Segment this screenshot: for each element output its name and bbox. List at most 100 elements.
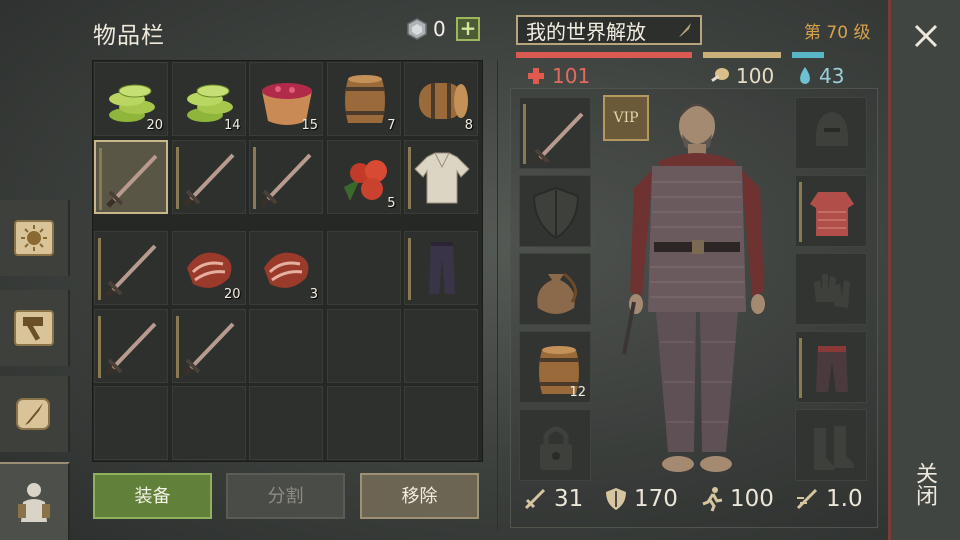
item-count: 7: [387, 118, 396, 133]
left-equipment-slot[interactable]: [519, 253, 591, 325]
inventory-slot[interactable]: 5: [326, 139, 401, 214]
empty-inventory-slot[interactable]: [326, 308, 401, 383]
inventory-slot[interactable]: [404, 231, 478, 305]
remove-button[interactable]: 移除: [360, 473, 479, 519]
character-name: 我的世界解放: [526, 19, 646, 44]
shield-icon: [532, 186, 580, 240]
sword-icon: [182, 322, 234, 376]
empty-inventory-slot[interactable]: [404, 386, 478, 460]
defense-stat: 170: [604, 486, 678, 512]
water-stat: 43: [797, 64, 844, 88]
drumstick-icon: [711, 68, 729, 82]
game-screen: 物品栏 0 + 20 14 15 7 8 5 20 3 装备 分割 移除 我的世界解放 第 7…: [0, 0, 960, 540]
empty-inventory-slot[interactable]: [326, 386, 401, 460]
barrel-side-icon: [419, 83, 468, 119]
inventory-slot[interactable]: 3: [249, 231, 323, 305]
left-equipment-slot[interactable]: [519, 409, 591, 481]
health-cross-icon: [528, 68, 544, 84]
item-count: 20: [223, 287, 241, 302]
chainmail-icon: [810, 192, 854, 236]
inventory-slot[interactable]: 7: [326, 62, 401, 136]
inventory-slot[interactable]: 20: [171, 231, 246, 305]
add-currency-button[interactable]: +: [456, 17, 480, 41]
empty-inventory-slot[interactable]: [94, 386, 168, 460]
sword-icon: [105, 244, 157, 298]
attack-stat: 31: [522, 486, 583, 512]
durability-bar: [799, 182, 802, 242]
equip-button[interactable]: 装备: [93, 473, 212, 519]
item-count: 5: [387, 195, 396, 211]
empty-inventory-slot[interactable]: [171, 386, 246, 460]
attack-value: 31: [554, 486, 584, 512]
tab-character[interactable]: [0, 462, 70, 540]
right-equipment-slot[interactable]: [795, 175, 867, 247]
water-drop-icon: [800, 67, 810, 84]
running-icon: [702, 487, 723, 512]
sword-icon: [106, 154, 158, 208]
speed-value: 100: [730, 486, 774, 512]
attack-speed-value: 1.0: [826, 486, 863, 512]
shield-stat-icon: [606, 488, 626, 510]
tab-skills[interactable]: [0, 200, 70, 276]
item-count: 14: [223, 118, 241, 133]
inventory-slot[interactable]: [171, 139, 246, 214]
split-button[interactable]: 分割: [226, 473, 345, 519]
close-panel[interactable]: [888, 0, 960, 540]
tab-crafting[interactable]: [0, 290, 70, 366]
tab-quests[interactable]: [0, 376, 70, 452]
close-icon[interactable]: [910, 20, 942, 52]
left-equipment-slot[interactable]: 12: [519, 331, 591, 403]
water-value: 43: [819, 64, 845, 88]
right-equipment-slot[interactable]: [795, 331, 867, 403]
shirt-icon: [414, 152, 470, 203]
food-value: 100: [736, 64, 775, 88]
sword-icon: [260, 153, 312, 207]
speed-stat: 100: [700, 486, 774, 512]
inventory-slot[interactable]: [94, 139, 168, 214]
right-equipment-slot[interactable]: [795, 409, 867, 481]
inventory-slot[interactable]: 14: [171, 62, 246, 136]
inventory-slot[interactable]: [94, 308, 168, 383]
inventory-slot[interactable]: 20: [94, 62, 168, 136]
empty-inventory-slot[interactable]: [249, 308, 323, 383]
left-equipment-slot[interactable]: [519, 97, 591, 169]
inventory-title: 物品栏: [93, 23, 165, 49]
inventory-slot[interactable]: [171, 308, 246, 383]
attack-speed-stat: 1.0: [794, 486, 863, 512]
empty-inventory-slot[interactable]: [326, 231, 401, 305]
empty-inventory-slot[interactable]: [404, 308, 478, 383]
inventory-slot[interactable]: 15: [249, 62, 323, 136]
gloves-icon: [814, 274, 850, 308]
lock-icon: [540, 426, 572, 470]
edit-quill-icon[interactable]: [676, 21, 694, 39]
inventory-slot[interactable]: [94, 231, 168, 305]
character-name-field[interactable]: 我的世界解放: [516, 15, 702, 45]
item-count: 8: [464, 118, 473, 133]
health-bar: [516, 52, 692, 58]
food-bar: [703, 52, 781, 58]
inventory-slot[interactable]: 8: [404, 62, 478, 136]
food-stat: 100: [708, 64, 774, 88]
durability-bar: [799, 338, 802, 398]
sword-icon: [532, 112, 584, 162]
item-count: 20: [146, 118, 163, 133]
left-equipment-slot[interactable]: [519, 175, 591, 247]
close-label[interactable]: 关闭: [908, 462, 940, 506]
item-count: 3: [309, 287, 318, 302]
barrel-icon: [344, 75, 385, 123]
scroll-quill-icon: [16, 398, 50, 430]
boots-icon: [814, 426, 854, 470]
item-count: 12: [569, 385, 586, 400]
durability-bar: [523, 104, 526, 164]
empty-inventory-slot[interactable]: [249, 386, 323, 460]
hammer-icon: [14, 310, 54, 346]
right-equipment-slot[interactable]: [795, 97, 867, 169]
player-level: 第 70 级: [804, 23, 871, 43]
right-equipment-slot[interactable]: [795, 253, 867, 325]
sword-icon: [182, 153, 234, 207]
inventory-slot[interactable]: [249, 139, 323, 214]
inventory-slot[interactable]: [404, 139, 478, 214]
inventory-grid: 20 14 15 7 8 5 20 3: [92, 60, 483, 462]
side-tab-column: [0, 200, 70, 540]
attack-speed-icon: [796, 488, 818, 510]
